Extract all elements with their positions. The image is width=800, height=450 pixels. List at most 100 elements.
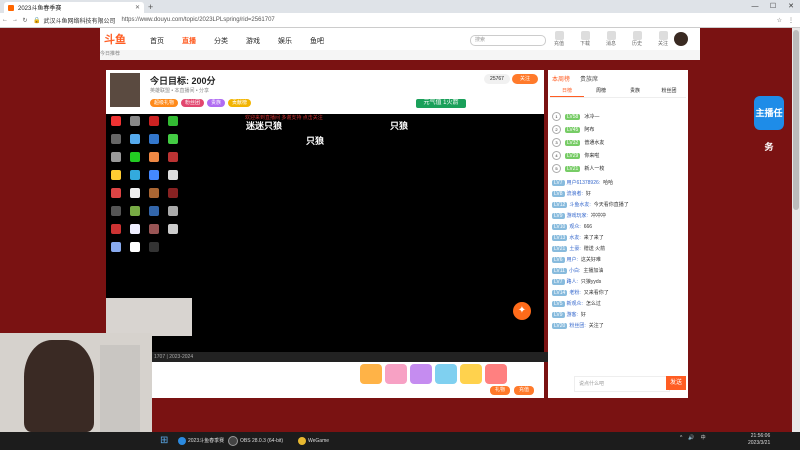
level-badge: LV7	[552, 279, 565, 285]
chat-username[interactable]: 老粉:	[569, 290, 580, 296]
menu-icon[interactable]: ⋮	[788, 17, 794, 24]
site-identity[interactable]: 武汉斗鱼网络科技有限公司	[43, 16, 115, 25]
taskbar-item-obs[interactable]: OBS 28.0.3 (64-bit)	[228, 433, 283, 449]
level-badge: LV7	[552, 180, 565, 186]
chat-text: 今天看你直播了	[593, 202, 629, 208]
chat-username[interactable]: 观众:	[569, 224, 580, 230]
nav-fishbar[interactable]: 鱼吧	[310, 36, 324, 46]
app-icon	[149, 188, 159, 198]
rank-list: 1 LV58 冰冷— 2 LV45 阿布 3 LV32 普通水友 4 LV29 你来啦 5 LV2…	[552, 110, 684, 175]
subtab-fans[interactable]: 粉丝团	[652, 86, 686, 96]
scrollbar-thumb[interactable]	[793, 30, 799, 210]
back-icon[interactable]: ←	[0, 17, 10, 23]
chat-username[interactable]: 用户:	[567, 257, 578, 263]
chat-username[interactable]: 游客:	[567, 312, 578, 318]
recharge-button[interactable]: 充值	[550, 31, 568, 47]
windows-start-icon[interactable]: ⊞	[160, 435, 172, 447]
follow-list-button[interactable]: 关注	[654, 31, 672, 47]
rank-row[interactable]: 3 LV32 普通水友	[552, 136, 684, 149]
subtab-noble[interactable]: 贵族	[618, 86, 652, 96]
taskbar-item-wegame[interactable]: WeGame	[298, 433, 329, 449]
gift-button[interactable]: 礼物	[490, 386, 510, 395]
nav-live[interactable]: 直播	[182, 36, 196, 46]
anchor-task-badge[interactable]: 主播任务	[754, 96, 784, 152]
gift-icon[interactable]	[410, 364, 432, 384]
rank-row[interactable]: 5 LV21 新人一枚	[552, 162, 684, 175]
chat-username[interactable]: 用户61378926:	[567, 180, 601, 186]
search-input[interactable]: 搜索	[470, 35, 546, 46]
chat-username[interactable]: 路人:	[567, 279, 578, 285]
chat-username[interactable]: 新观众:	[567, 301, 583, 307]
tray-overflow-icon[interactable]: ^	[680, 435, 682, 441]
follow-button[interactable]: 关注	[512, 74, 538, 84]
chat-text: 关注了	[588, 323, 604, 329]
player-action-button[interactable]: ✦	[513, 302, 531, 320]
gift-icon[interactable]	[485, 364, 507, 384]
nav-home[interactable]: 首页	[150, 36, 164, 46]
chat-message: LV12 斗鱼水友: 今天看你直播了	[552, 200, 684, 211]
send-button[interactable]: 发送	[666, 376, 686, 390]
chat-username[interactable]: 粉丝团:	[569, 323, 585, 329]
taskbar-clock[interactable]: 21:56:06 2023/3/21	[748, 433, 770, 447]
rank-row[interactable]: 2 LV45 阿布	[552, 123, 684, 136]
subtab-daily[interactable]: 日榜	[550, 86, 584, 97]
user-avatar[interactable]	[674, 32, 688, 46]
close-window-button[interactable]: ✕	[782, 0, 800, 13]
stream-taskbar: 1707 | 2023-2024	[150, 352, 548, 362]
chat-text: 好	[580, 312, 586, 318]
messages-button[interactable]: 消息	[602, 31, 620, 47]
gift-icon[interactable]	[360, 364, 382, 384]
taskbar-item-browser[interactable]: 2023斗鱼春季赛	[178, 433, 224, 449]
chat-username[interactable]: 小白:	[569, 268, 580, 274]
history-button[interactable]: 历史	[628, 31, 646, 47]
badge[interactable]: 贡献榜	[228, 99, 252, 107]
reload-icon[interactable]: ↻	[20, 17, 30, 24]
input-method-icon[interactable]: 中	[701, 434, 706, 441]
app-icon	[149, 206, 159, 216]
badge[interactable]: 超级礼物	[150, 99, 179, 107]
tab-noble[interactable]: 贵族席	[580, 74, 598, 83]
chat-text: 哈哈	[603, 180, 614, 186]
rank-row[interactable]: 4 LV29 你来啦	[552, 149, 684, 162]
chat-text: 怎么过	[585, 301, 601, 307]
chat-message: LV14 老粉: 又来看你了	[552, 288, 684, 299]
badge[interactable]: 粉丝团	[181, 99, 205, 107]
forward-icon[interactable]: →	[10, 17, 20, 23]
new-tab-button[interactable]: +	[148, 2, 158, 12]
app-icon	[130, 152, 140, 162]
anchor-avatar[interactable]	[110, 73, 140, 107]
subtab-weekly[interactable]: 周榜	[584, 86, 618, 96]
chat-username[interactable]: 流浪者:	[567, 191, 583, 197]
nav-games[interactable]: 游戏	[246, 36, 260, 46]
browser-tab[interactable]: 2023斗鱼春季赛 ✕	[4, 2, 144, 13]
app-icon	[130, 134, 140, 144]
rank-badge[interactable]: 元气值 1火箭	[416, 99, 466, 108]
douyu-logo[interactable]: 斗鱼	[104, 31, 140, 46]
gift-icon[interactable]	[460, 364, 482, 384]
url-field[interactable]: https://www.douyu.com/topic/2023LPLsprin…	[122, 17, 275, 23]
badge[interactable]: 贵族	[207, 99, 226, 107]
close-tab-icon[interactable]: ✕	[135, 4, 140, 11]
bookmark-star-icon[interactable]: ☆	[777, 17, 782, 24]
nav-category[interactable]: 分类	[214, 36, 228, 46]
chat-username[interactable]: 水友:	[569, 235, 580, 241]
chat-text: 这关好难	[580, 257, 601, 263]
volume-icon[interactable]: 🔊	[688, 435, 694, 441]
maximize-button[interactable]: ☐	[764, 0, 782, 13]
tab-weekly-rank[interactable]: 本周榜	[552, 74, 570, 83]
minimize-button[interactable]: —	[746, 0, 764, 13]
recharge-gift-button[interactable]: 充值	[514, 386, 534, 395]
sub-nav: 今日推荐	[100, 50, 700, 60]
gift-icon[interactable]	[385, 364, 407, 384]
rank-row[interactable]: 1 LV58 冰冷—	[552, 110, 684, 123]
download-icon	[580, 31, 590, 40]
gift-icon[interactable]	[435, 364, 457, 384]
download-button[interactable]: 下载	[576, 31, 594, 47]
chat-username[interactable]: 游戏玩家:	[567, 213, 588, 219]
chat-username[interactable]: 土豪:	[569, 246, 580, 252]
nav-entertainment[interactable]: 娱乐	[278, 36, 292, 46]
app-icon	[168, 170, 178, 180]
desktop-icons	[108, 116, 188, 306]
chat-input[interactable]: 说点什么吧	[574, 376, 670, 392]
chat-username[interactable]: 斗鱼水友:	[569, 202, 590, 208]
